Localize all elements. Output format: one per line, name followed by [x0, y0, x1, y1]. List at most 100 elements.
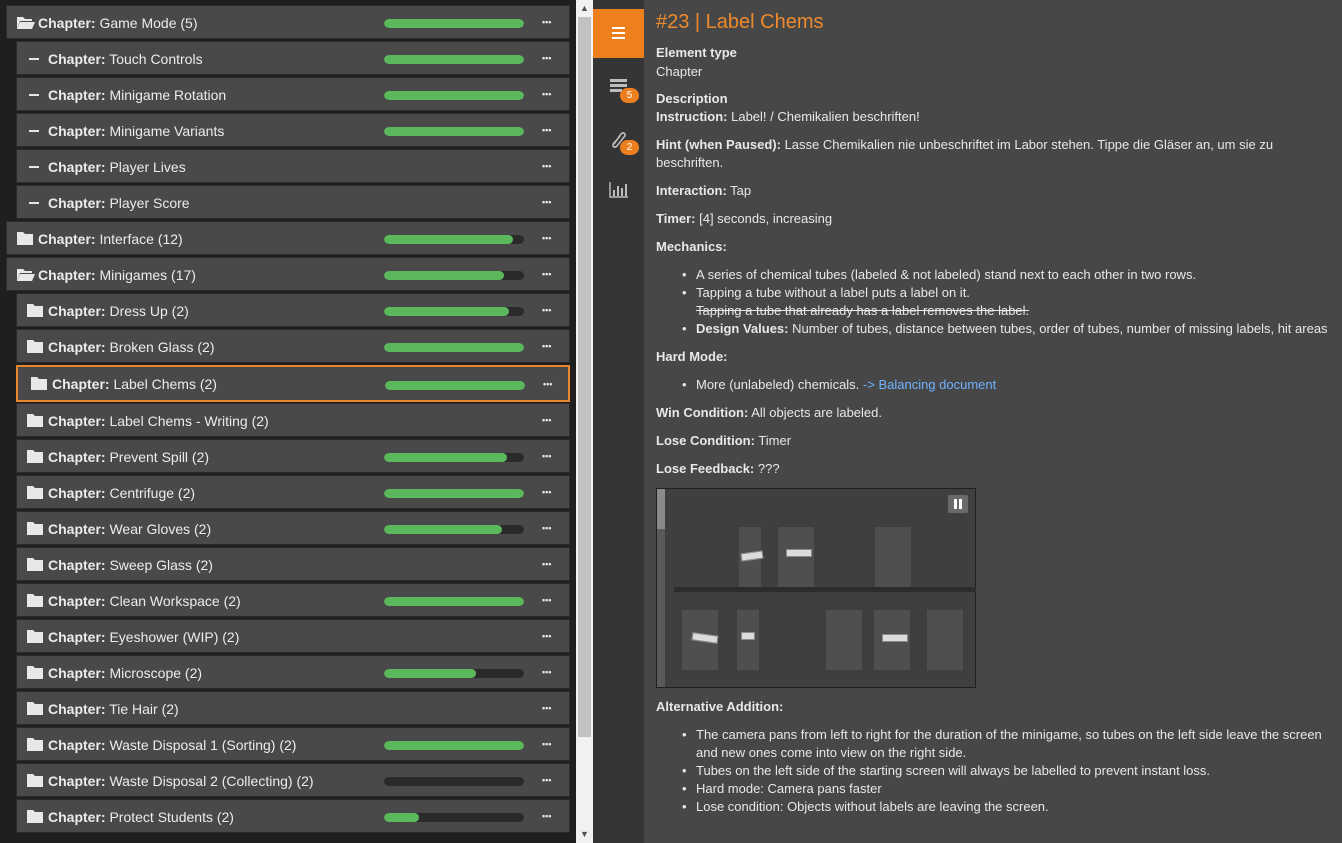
- menu-button[interactable]: [593, 9, 644, 58]
- progress-bar: [384, 343, 524, 352]
- progress-fill: [384, 525, 502, 534]
- more-options-icon[interactable]: •••: [542, 86, 560, 102]
- more-options-icon[interactable]: •••: [542, 484, 560, 500]
- folder-icon[interactable]: [26, 302, 44, 318]
- tree-row-label: Chapter: Waste Disposal 2 (Collecting) (…: [48, 773, 314, 789]
- tree-row[interactable]: Chapter: Dress Up (2) •••: [16, 293, 570, 327]
- folder-icon[interactable]: [26, 772, 44, 788]
- more-options-icon[interactable]: •••: [542, 14, 560, 30]
- balancing-document-link[interactable]: -> Balancing document: [863, 377, 996, 392]
- more-options-icon[interactable]: •••: [542, 338, 560, 354]
- progress-bar: [384, 741, 524, 750]
- folder-icon[interactable]: [26, 664, 44, 680]
- tree-row[interactable]: Chapter: Label Chems (2) •••: [16, 365, 570, 402]
- tree-row[interactable]: Chapter: Protect Students (2) •••: [16, 799, 570, 833]
- more-options-icon[interactable]: •••: [542, 700, 560, 716]
- list-item: Tapping a tube without a label puts a la…: [656, 284, 1342, 320]
- progress-fill: [384, 343, 524, 352]
- folder-icon[interactable]: [26, 700, 44, 716]
- mechanics-label: Mechanics:: [656, 239, 727, 254]
- more-options-icon[interactable]: •••: [542, 230, 560, 246]
- tree-row-label: Chapter: Clean Workspace (2): [48, 593, 241, 609]
- more-options-icon[interactable]: •••: [542, 302, 560, 318]
- comments-button[interactable]: 5: [609, 76, 639, 103]
- tree-row[interactable]: Chapter: Touch Controls •••: [16, 41, 570, 75]
- tree-row[interactable]: Chapter: Minigame Variants •••: [16, 113, 570, 147]
- tree-row-label: Chapter: Minigames (17): [38, 267, 196, 283]
- tree-row-label: Chapter: Prevent Spill (2): [48, 449, 210, 465]
- tree-row[interactable]: Chapter: Clean Workspace (2) •••: [16, 583, 570, 617]
- tube[interactable]: [826, 610, 862, 670]
- scrollbar-thumb[interactable]: [578, 17, 591, 737]
- dash-icon: [29, 58, 39, 60]
- app-window: Chapter: Game Mode (5) ••• Chapter: Touch …: [0, 0, 1342, 843]
- more-options-icon[interactable]: •••: [542, 122, 560, 138]
- tree-row[interactable]: Chapter: Prevent Spill (2) •••: [16, 439, 570, 473]
- folder-open-icon[interactable]: [16, 266, 35, 282]
- tube[interactable]: [737, 610, 759, 670]
- folder-icon[interactable]: [26, 520, 44, 536]
- folder-icon[interactable]: [26, 556, 44, 572]
- tree-row[interactable]: Chapter: Interface (12) •••: [6, 221, 570, 255]
- more-options-icon[interactable]: •••: [542, 628, 560, 644]
- tree-row[interactable]: Chapter: Player Lives •••: [16, 149, 570, 183]
- more-options-icon[interactable]: •••: [542, 194, 560, 210]
- folder-icon[interactable]: [26, 736, 44, 752]
- tree-row[interactable]: Chapter: Tie Hair (2) •••: [16, 691, 570, 725]
- tree-row[interactable]: Chapter: Minigames (17) •••: [6, 257, 570, 291]
- more-options-icon[interactable]: •••: [542, 520, 560, 536]
- folder-open-icon[interactable]: [16, 14, 35, 30]
- progress-fill: [384, 489, 524, 498]
- more-options-icon[interactable]: •••: [543, 376, 561, 392]
- more-options-icon[interactable]: •••: [542, 592, 560, 608]
- tree-row[interactable]: Chapter: Centrifuge (2) •••: [16, 475, 570, 509]
- tree-row[interactable]: Chapter: Label Chems - Writing (2) •••: [16, 403, 570, 437]
- more-options-icon[interactable]: •••: [542, 772, 560, 788]
- more-options-icon[interactable]: •••: [542, 808, 560, 824]
- tree-row[interactable]: Chapter: Eyeshower (WIP) (2) •••: [16, 619, 570, 653]
- more-options-icon[interactable]: •••: [542, 556, 560, 572]
- progress-fill: [384, 127, 524, 136]
- attachments-button[interactable]: 2: [609, 130, 639, 155]
- tube[interactable]: [927, 610, 963, 670]
- tree-row[interactable]: Chapter: Microscope (2) •••: [16, 655, 570, 689]
- preview-scrollbar[interactable]: [657, 489, 665, 687]
- folder-icon[interactable]: [26, 592, 44, 608]
- tree-row[interactable]: Chapter: Game Mode (5) •••: [6, 5, 570, 39]
- more-options-icon[interactable]: •••: [542, 266, 560, 282]
- tube[interactable]: [778, 527, 814, 587]
- folder-icon[interactable]: [26, 484, 44, 500]
- more-options-icon[interactable]: •••: [542, 158, 560, 174]
- tree-row[interactable]: Chapter: Player Score •••: [16, 185, 570, 219]
- folder-icon[interactable]: [30, 375, 48, 391]
- tree-row[interactable]: Chapter: Waste Disposal 2 (Collecting) (…: [16, 763, 570, 797]
- folder-icon[interactable]: [26, 338, 44, 354]
- progress-fill: [384, 453, 508, 462]
- tree-row[interactable]: Chapter: Wear Gloves (2) •••: [16, 511, 570, 545]
- more-options-icon[interactable]: •••: [542, 664, 560, 680]
- alternative-addition-list: The camera pans from left to right for t…: [656, 726, 1342, 816]
- tree-row[interactable]: Chapter: Sweep Glass (2) •••: [16, 547, 570, 581]
- statistics-button[interactable]: [609, 181, 629, 201]
- tree-row[interactable]: Chapter: Minigame Rotation •••: [16, 77, 570, 111]
- pause-button[interactable]: [948, 495, 968, 513]
- more-options-icon[interactable]: •••: [542, 736, 560, 752]
- scroll-up-arrow-icon[interactable]: ▲: [576, 0, 593, 17]
- more-options-icon[interactable]: •••: [542, 412, 560, 428]
- tube[interactable]: [875, 527, 911, 587]
- folder-icon[interactable]: [26, 412, 44, 428]
- tree-row[interactable]: Chapter: Waste Disposal 1 (Sorting) (2) •…: [16, 727, 570, 761]
- folder-icon[interactable]: [16, 230, 34, 246]
- tree-row[interactable]: Chapter: Broken Glass (2) •••: [16, 329, 570, 363]
- minigame-preview[interactable]: [656, 488, 976, 688]
- folder-icon[interactable]: [26, 628, 44, 644]
- folder-icon[interactable]: [26, 448, 44, 464]
- side-toolbar: 5 2: [593, 0, 644, 843]
- tree-scrollbar[interactable]: ▲ ▼: [576, 0, 593, 843]
- folder-icon[interactable]: [26, 808, 44, 824]
- scroll-down-arrow-icon[interactable]: ▼: [576, 826, 593, 843]
- list-item: Tubes on the left side of the starting s…: [656, 762, 1342, 780]
- more-options-icon[interactable]: •••: [542, 448, 560, 464]
- more-options-icon[interactable]: •••: [542, 50, 560, 66]
- progress-bar: [384, 235, 524, 244]
